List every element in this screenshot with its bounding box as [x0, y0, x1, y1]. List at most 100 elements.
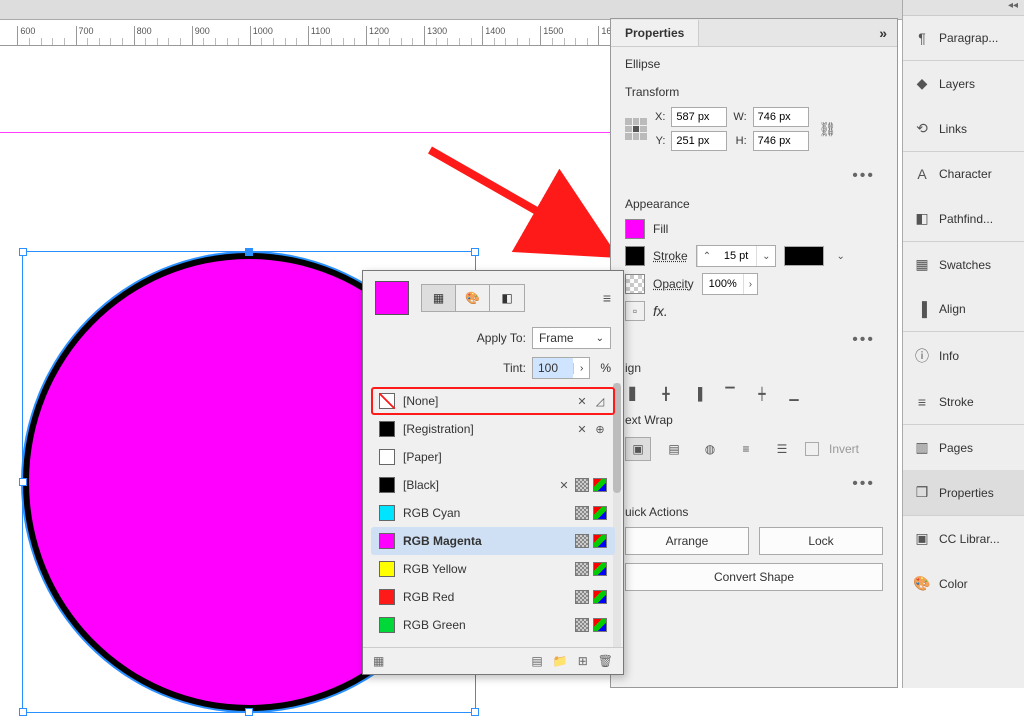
stroke-weight-value[interactable] [716, 248, 756, 264]
sidebar-item-align[interactable]: ▐Align [903, 287, 1024, 331]
swatch-name: [Paper] [403, 450, 442, 464]
opacity-value[interactable] [703, 276, 743, 292]
swatch-item[interactable]: RGB Red [371, 583, 615, 611]
x-label: X: [655, 111, 665, 123]
sidebar-item-info[interactable]: ⓘInfo [903, 331, 1024, 380]
sidebar-item-stroke[interactable]: ≡Stroke [903, 380, 1024, 424]
handle-w[interactable] [19, 478, 27, 486]
tint-label: Tint: [503, 361, 526, 375]
swatch-delete-icon[interactable]: 🗑 [598, 654, 613, 668]
h-label: H: [733, 135, 746, 147]
handle-sw[interactable] [19, 708, 27, 716]
handle-nw[interactable] [19, 248, 27, 256]
convert-shape-button[interactable]: Convert Shape [625, 563, 883, 591]
swatch-item[interactable]: RGB Cyan [371, 499, 615, 527]
swatch-x-icon: ✕ [557, 478, 571, 492]
sidebar-item-layers[interactable]: ◆Layers [903, 60, 1024, 106]
panel-collapse-icon[interactable]: » [879, 25, 887, 41]
h-input[interactable] [753, 131, 809, 151]
align-vcenter-icon[interactable]: ┿ [753, 385, 771, 403]
swatch-gradient-mode-icon[interactable]: ◧ [490, 285, 524, 311]
popup-menu-icon[interactable]: ≡ [603, 290, 611, 306]
stroke-label[interactable]: Stroke [653, 249, 688, 263]
sidebar-item-cc-librar-[interactable]: ▣CC Librar... [903, 515, 1024, 561]
sidebar-icon: ⓘ [913, 346, 931, 366]
handle-ne[interactable] [471, 248, 479, 256]
sidebar-label: Paragrap... [939, 31, 998, 45]
align-top-icon[interactable]: ▔ [721, 385, 739, 403]
opacity-input[interactable]: › [702, 273, 758, 295]
swatch-item[interactable]: [None]✕◿ [371, 387, 615, 415]
swatch-grid-view-icon[interactable]: ▤ [531, 654, 542, 668]
x-input[interactable] [671, 107, 727, 127]
align-label-partial: ign [625, 361, 883, 375]
align-left-icon[interactable]: ▋ [625, 385, 643, 403]
swatch-grid-icon [575, 562, 589, 576]
swatch-name: [None] [403, 394, 438, 408]
align-right-icon[interactable]: ▐ [689, 385, 707, 403]
apply-to-select[interactable]: Frame⌄ [532, 327, 611, 349]
swatch-item[interactable]: [Black]✕ [371, 471, 615, 499]
swatch-new-icon[interactable]: ⊞ [578, 654, 588, 668]
wrap-none-button[interactable]: ▣ [625, 437, 651, 461]
sidebar-item-links[interactable]: ⟲Links [903, 106, 1024, 151]
sidebar-item-properties[interactable]: ❒Properties [903, 470, 1024, 515]
wrap-bounding-button[interactable]: ▤ [661, 437, 687, 461]
swatch-folder-icon[interactable]: 📁 [553, 654, 568, 668]
swatch-color-mode-icon[interactable]: 🎨 [456, 285, 490, 311]
fill-swatch[interactable] [625, 219, 645, 239]
current-fill-swatch[interactable] [375, 281, 409, 315]
sidebar-label: Pages [939, 441, 973, 455]
wrap-shape-button[interactable]: ◍ [697, 437, 723, 461]
handle-s[interactable] [245, 708, 253, 716]
more-wrap-icon[interactable]: ••• [625, 471, 883, 497]
constrain-proportions-icon[interactable]: ⛓ [817, 121, 839, 138]
swatch-chip [379, 393, 395, 409]
tint-input[interactable]: › [532, 357, 590, 379]
tint-value[interactable] [533, 358, 573, 378]
sidebar-collapse-icon[interactable]: ◂◂ [903, 0, 1024, 16]
swatch-item[interactable]: RGB Yellow [371, 555, 615, 583]
lock-button[interactable]: Lock [759, 527, 883, 555]
sidebar-item-swatches[interactable]: ▦Swatches [903, 241, 1024, 287]
align-hcenter-icon[interactable]: ╋ [657, 385, 675, 403]
invert-checkbox[interactable] [805, 442, 819, 456]
y-input[interactable] [671, 131, 727, 151]
wrap-jump-button[interactable]: ≡ [733, 437, 759, 461]
swatch-grid-mode-icon[interactable]: ▦ [422, 285, 456, 311]
swatch-item[interactable]: [Registration]✕⊕ [371, 415, 615, 443]
sidebar-label: Align [939, 302, 966, 316]
sidebar-item-pages[interactable]: ▥Pages [903, 424, 1024, 470]
swatches-popup: ▦ 🎨 ◧ ≡ Apply To: Frame⌄ Tint: › % [None… [362, 270, 624, 675]
transform-label: Transform [625, 85, 883, 99]
opacity-label[interactable]: Opacity [653, 277, 694, 291]
sidebar-icon: ❒ [913, 484, 931, 501]
align-bottom-icon[interactable]: ▁ [785, 385, 803, 403]
handle-n[interactable] [245, 248, 253, 256]
reference-point-grid[interactable] [625, 118, 647, 140]
sidebar-item-pathfind-[interactable]: ◧Pathfind... [903, 196, 1024, 241]
sidebar-item-character[interactable]: ACharacter [903, 151, 1024, 196]
swatch-chip [379, 477, 395, 493]
stroke-swatch[interactable] [625, 246, 645, 266]
more-options-icon[interactable]: ••• [625, 163, 883, 189]
swatch-item[interactable]: [Paper] [371, 443, 615, 471]
sidebar-item-paragrap-[interactable]: ¶Paragrap... [903, 16, 1024, 60]
effects-swatch[interactable]: ▫ [625, 301, 645, 321]
properties-tab[interactable]: Properties [611, 20, 699, 46]
handle-se[interactable] [471, 708, 479, 716]
swatch-item[interactable]: RGB Green [371, 611, 615, 639]
sidebar-item-color[interactable]: 🎨Color [903, 561, 1024, 606]
swatch-small-icon[interactable]: ▦ [373, 654, 384, 668]
wrap-jump-column-button[interactable]: ☰ [769, 437, 795, 461]
stroke-style-dropdown[interactable] [784, 246, 824, 266]
apply-to-label: Apply To: [477, 331, 526, 345]
opacity-swatch[interactable] [625, 274, 645, 294]
arrange-button[interactable]: Arrange [625, 527, 749, 555]
more-appearance-icon[interactable]: ••• [625, 327, 883, 353]
swatch-chip [379, 617, 395, 633]
w-input[interactable] [753, 107, 809, 127]
swatch-item[interactable]: RGB Magenta [371, 527, 615, 555]
stroke-weight-input[interactable]: ⌃ ⌄ [696, 245, 777, 267]
fx-label[interactable]: fx. [653, 303, 668, 319]
